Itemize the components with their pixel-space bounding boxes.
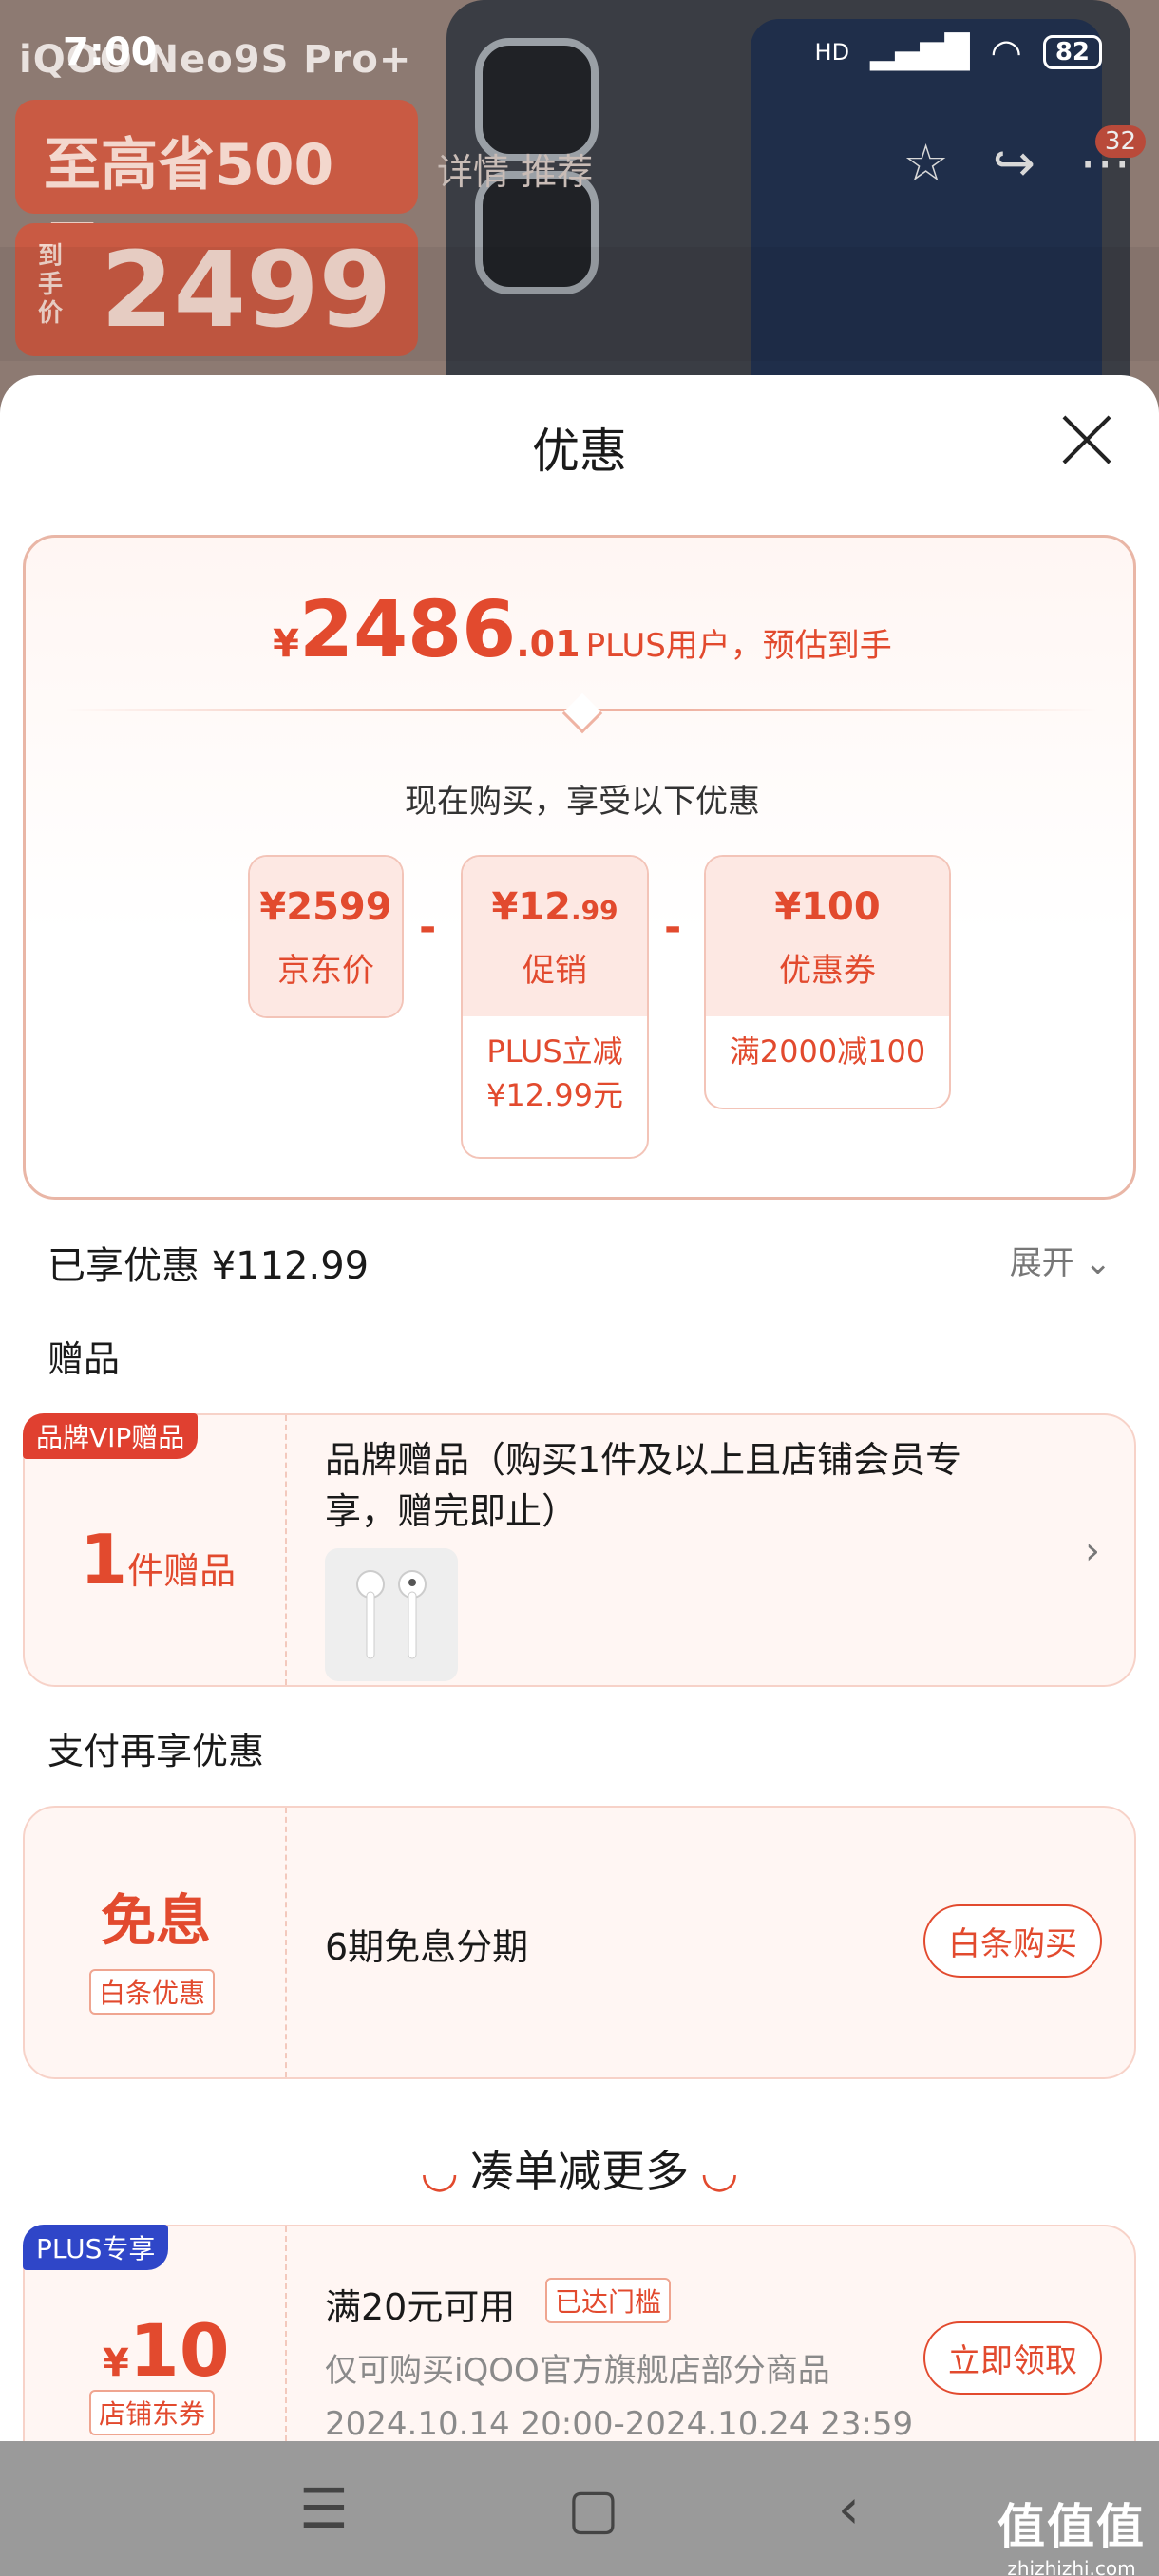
smile-icon: ◡ — [422, 2146, 457, 2197]
cart-count-badge: 32 — [1094, 125, 1146, 158]
plus-exclusive-tag: PLUS专享 — [23, 2225, 169, 2270]
gifts-section-title: 赠品 — [48, 1338, 121, 1380]
system-nav-bar: ☰ ▢ ‹ — [0, 2441, 1159, 2576]
promo-chip: ¥12.99 促销 PLUS立减 ¥12.99元 — [461, 855, 649, 1159]
estimate-price: ¥2486.01 PLUS用户，预估到手 — [273, 585, 892, 675]
saved-amount: 已享优惠 ¥112.99 — [48, 1244, 370, 1288]
star-icon: ☆ — [902, 133, 949, 193]
back-icon[interactable]: ‹ — [838, 2476, 860, 2541]
minus-sign: - — [664, 903, 682, 952]
gift-card[interactable]: 品牌VIP赠品 1件赠品 品牌赠品（购买1件及以上且店铺会员专享，赠完即止） › — [23, 1413, 1136, 1687]
payment-section-title: 支付再享优惠 — [48, 1731, 265, 1772]
share-icon: ↪ — [992, 133, 1036, 193]
payment-card: 免息 白条优惠 6期免息分期 白条购买 — [23, 1806, 1136, 2079]
menu-icon[interactable]: ☰ — [299, 2476, 349, 2541]
promo-badge: 至高省500元 — [15, 100, 418, 281]
signal-icon: ▂▄▆█ — [870, 33, 970, 71]
watermark: 值值值 zhizhizhi.com — [998, 2499, 1146, 2576]
gift-title: 品牌赠品（购买1件及以上且店铺会员专享，赠完即止） — [325, 1439, 962, 1532]
discount-sheet: 优惠 ¥2486.01 PLUS用户，预估到手 现在购买，享受以下优惠 ¥2599… — [0, 375, 1159, 2446]
background-tabs: 详情 推荐 — [437, 151, 594, 193]
wifi-icon: ◠ — [990, 31, 1022, 73]
coupon-amount: ¥10 — [103, 2308, 230, 2393]
claim-coupon-button[interactable]: 立即领取 — [923, 2321, 1102, 2395]
coupon-title: 满20元可用 — [325, 2286, 516, 2328]
gift-count: 1件赠品 — [80, 1520, 237, 1600]
estimate-card: ¥2486.01 PLUS用户，预估到手 现在购买，享受以下优惠 ¥2599 京东… — [23, 535, 1136, 1200]
home-icon[interactable]: ▢ — [567, 2476, 619, 2541]
chevron-right-icon: › — [1085, 1529, 1100, 1573]
status-time: 7:00 — [63, 30, 158, 74]
smile-icon: ◡ — [702, 2146, 737, 2197]
coupon-validity: 2024.10.14 20:00-2024.10.24 23:59 — [325, 2405, 914, 2443]
minus-sign: - — [419, 903, 437, 952]
vip-gift-tag: 品牌VIP赠品 — [23, 1413, 199, 1459]
more-section-title: ◡ 凑单减更多 ◡ — [422, 2146, 737, 2197]
coupon-description: 仅可购买iQOO官方旗舰店部分商品 — [325, 2352, 830, 2390]
threshold-reached-badge: 已达门槛 — [545, 2278, 672, 2323]
sheet-title: 优惠 — [532, 424, 627, 479]
close-icon[interactable] — [1060, 413, 1113, 466]
status-bar: 7:00 HD ▂▄▆█ ◠ 82 — [0, 0, 1159, 104]
baitiao-tag: 白条优惠 — [89, 1969, 216, 2015]
estimate-subtitle: 现在购买，享受以下优惠 — [405, 783, 760, 821]
hd-label: HD — [814, 39, 850, 66]
earbuds-image — [325, 1548, 458, 1681]
expand-button[interactable]: 展开 ⌄ — [1010, 1237, 1112, 1283]
store-coupon-tag: 店铺东券 — [89, 2390, 216, 2435]
coupon-card: PLUS专享 ¥10 店铺东券 满20元可用 已达门槛 仅可购买iQOO官方旗舰… — [23, 2225, 1136, 2446]
coupon-chip: ¥100 优惠券 满2000减100 — [704, 855, 951, 1109]
installment-text: 6期免息分期 — [325, 1926, 529, 1968]
interest-free-label: 免息 — [100, 1888, 211, 1953]
chevron-down-icon: ⌄ — [1084, 1244, 1112, 1282]
baitiao-buy-button[interactable]: 白条购买 — [923, 1904, 1102, 1978]
battery-icon: 82 — [1042, 35, 1102, 69]
jd-price-chip: ¥2599 京东价 — [248, 855, 404, 1018]
